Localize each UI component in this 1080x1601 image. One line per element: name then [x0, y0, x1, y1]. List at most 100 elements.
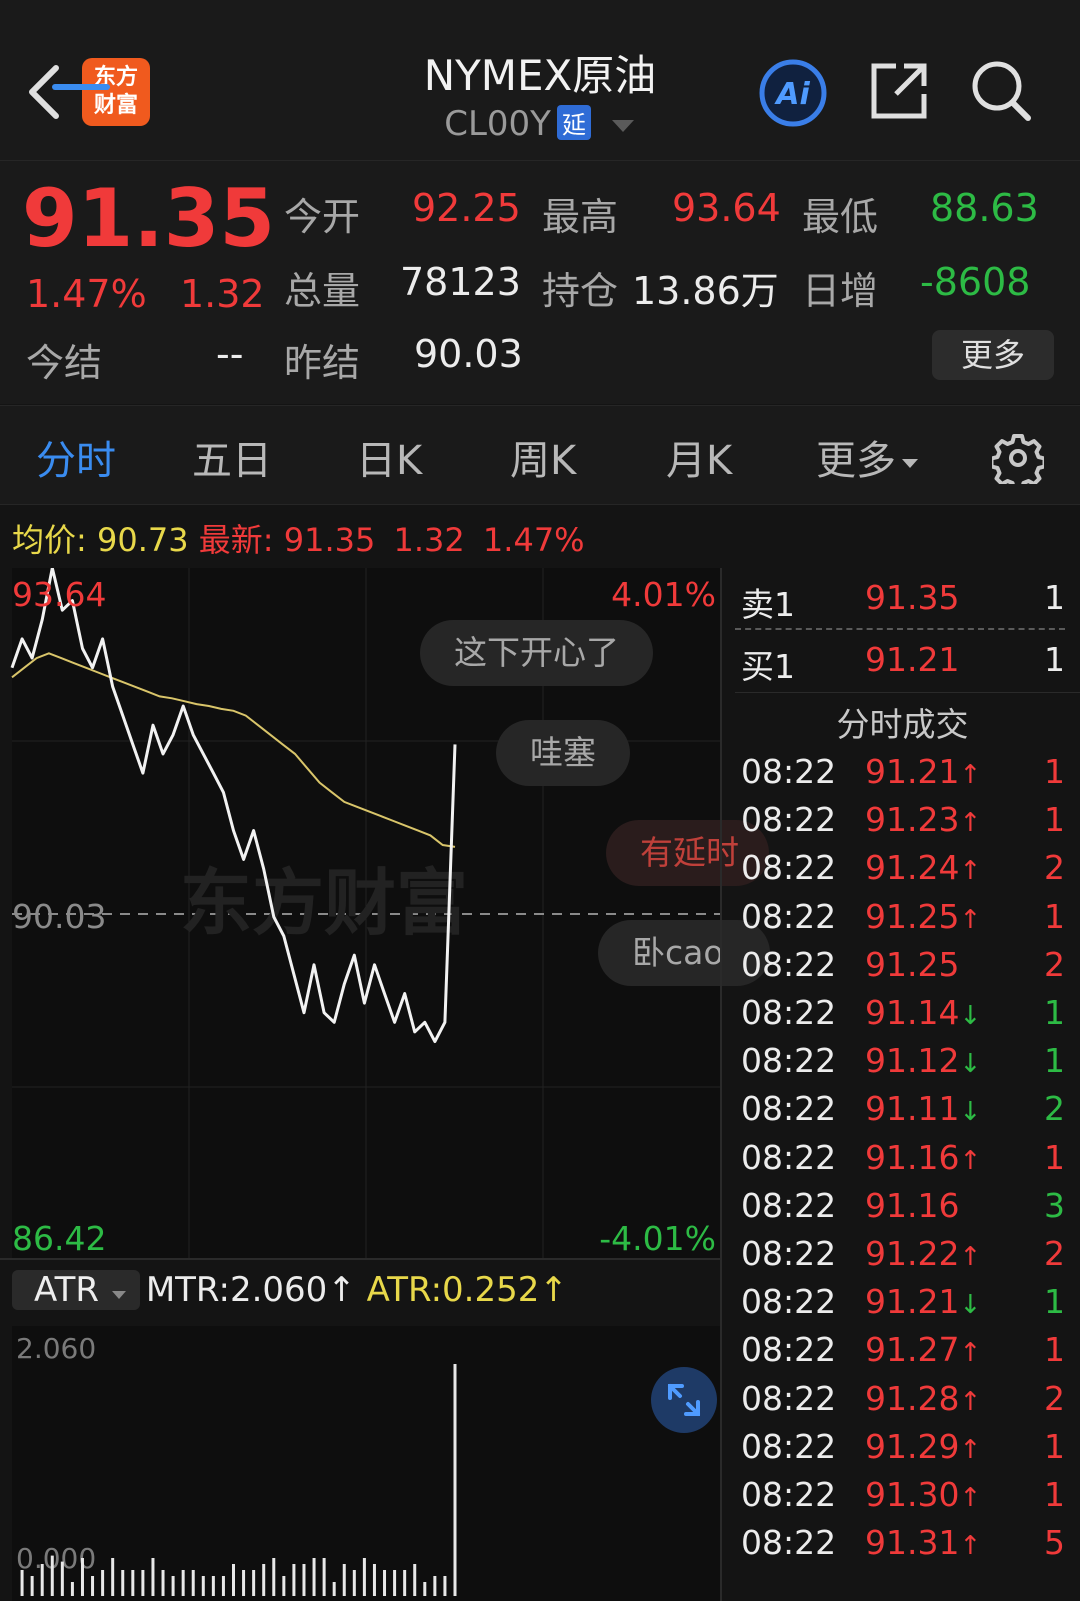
trade-price: 91.31↑ [865, 1523, 982, 1563]
trade-row: 08:22 91.28↑ 2 [735, 1379, 1075, 1427]
share-icon[interactable] [868, 60, 930, 122]
atr-bar [232, 1564, 235, 1596]
ai-assistant-icon[interactable]: Ai [758, 58, 828, 128]
atr-bar [80, 1558, 84, 1596]
atr-bar [372, 1564, 376, 1596]
atr-bar [242, 1570, 246, 1596]
trade-row: 08:22 91.25 2 [735, 945, 1075, 993]
trade-row: 08:22 91.21↑ 1 [735, 752, 1075, 800]
up-arrow-icon: ↑ [959, 1386, 982, 1417]
atr-bar [423, 1582, 427, 1596]
comment-bubble[interactable]: 这下开心了 [420, 620, 653, 686]
atr-bar [50, 1555, 54, 1596]
indicator-selector[interactable]: ATR [12, 1270, 140, 1310]
active-tab-indicator [52, 84, 110, 90]
trade-price: 91.23↑ [865, 800, 982, 840]
tab-more[interactable]: 更多 [816, 428, 920, 486]
trade-time: 08:22 [741, 1282, 837, 1322]
trade-volume: 1 [1044, 752, 1065, 791]
trade-row: 08:22 91.11↓ 2 [735, 1089, 1075, 1137]
up-arrow-icon: ↑ [959, 808, 982, 839]
atr-bar [383, 1570, 387, 1596]
tab-weekly-k[interactable]: 周K [510, 428, 576, 486]
change-percent: 1.47% [26, 272, 147, 316]
trade-price: 91.16↑ [865, 1137, 982, 1177]
prev-settle-value: 90.03 [414, 332, 523, 376]
tab-daily-k[interactable]: 日K [356, 428, 422, 486]
atr-top-label: 2.060 [16, 1332, 96, 1365]
atr-bar [181, 1570, 185, 1596]
bid-price: 91.21 [865, 640, 960, 679]
bid-label: 买1 [741, 647, 795, 686]
tab-intraday[interactable]: 分时 [36, 428, 116, 486]
trade-time: 08:22 [741, 1426, 837, 1466]
up-arrow-icon: ↑ [327, 1270, 356, 1310]
trade-price: 91.14↓ [865, 993, 982, 1032]
period-tabs: 分时 五日 日K 周K 月K 更多 [0, 405, 1080, 505]
atr-bar [20, 1570, 24, 1596]
trade-volume: 1 [1044, 1426, 1065, 1466]
pct-min-label: -4.01% [599, 1219, 716, 1258]
atr-bar [151, 1558, 155, 1596]
trade-volume: 2 [1044, 1234, 1065, 1273]
open-interest-value: 13.86万 [632, 269, 779, 313]
indicator-name: ATR [34, 1270, 100, 1310]
trade-price: 91.12↓ [865, 1041, 982, 1081]
atr-bar [131, 1570, 135, 1596]
trade-price: 91.25↑ [865, 896, 982, 936]
trade-volume: 1 [1044, 1041, 1065, 1081]
trade-price: 91.21↑ [865, 752, 982, 791]
ask-label: 卖1 [741, 585, 795, 624]
trade-time: 08:22 [741, 752, 837, 791]
down-arrow-icon: ↓ [959, 1049, 982, 1080]
atr-bar [312, 1558, 316, 1596]
expand-icon[interactable] [650, 1366, 718, 1434]
trade-row: 08:22 91.16↑ 1 [735, 1138, 1075, 1186]
trade-price: 91.25 [865, 944, 960, 984]
up-arrow-icon: ↑ [959, 904, 982, 935]
atr-bar [403, 1570, 407, 1596]
atr-bar [292, 1564, 296, 1596]
caret-down-icon [111, 1291, 126, 1299]
up-arrow-icon: ↑ [959, 1531, 982, 1562]
trade-time: 08:22 [741, 1089, 837, 1129]
up-arrow-icon: ↑ [959, 1242, 982, 1272]
gear-icon[interactable] [992, 432, 1044, 484]
caret-down-icon [902, 459, 918, 468]
atr-bar [282, 1576, 286, 1596]
intraday-chart[interactable]: 东方财富 93.64 90.03 86.42 4.01% -4.01% 2.06… [0, 568, 735, 1601]
atr-bar [171, 1576, 175, 1596]
atr-bar [453, 1364, 457, 1596]
tab-monthly-k[interactable]: 月K [666, 428, 732, 486]
trade-row: 08:22 91.30↑ 1 [735, 1475, 1075, 1523]
open-value: 92.25 [412, 186, 521, 230]
change-amount: 1.32 [180, 272, 265, 316]
daily-increase-value: -8608 [920, 260, 1031, 304]
atr-bar [161, 1570, 165, 1596]
ask-row: 卖1 91.35 1 [735, 578, 1075, 626]
atr-bar [40, 1564, 44, 1596]
last-price: 91.35 [22, 172, 276, 265]
today-settle-value: -- [216, 332, 244, 376]
high-label: 最高 [542, 195, 619, 239]
comment-bubble[interactable]: 哇塞 [496, 720, 630, 786]
atr-bar [211, 1576, 215, 1596]
search-icon[interactable] [970, 58, 1032, 124]
trade-time: 08:22 [741, 848, 837, 888]
atr-bar [272, 1558, 276, 1596]
trade-row: 08:22 91.23↑ 1 [735, 800, 1075, 848]
trade-row: 08:22 91.24↑ 2 [735, 848, 1075, 896]
latest-percent: 1.47% [482, 521, 585, 559]
y-mid-label: 90.03 [12, 897, 106, 936]
up-arrow-icon: ↑ [959, 856, 982, 887]
trade-volume: 1 [1044, 1282, 1065, 1322]
trade-price: 91.22↑ [865, 1234, 982, 1273]
tab-five-day[interactable]: 五日 [192, 428, 272, 486]
up-arrow-icon: ↑ [959, 1145, 982, 1176]
trade-time: 08:22 [741, 1475, 837, 1514]
trade-price: 91.24↑ [865, 848, 982, 888]
atr-bar [352, 1570, 356, 1596]
atr-bar [60, 1561, 64, 1596]
trade-time: 08:22 [741, 1137, 837, 1177]
more-quote-button[interactable]: 更多 [932, 330, 1054, 380]
